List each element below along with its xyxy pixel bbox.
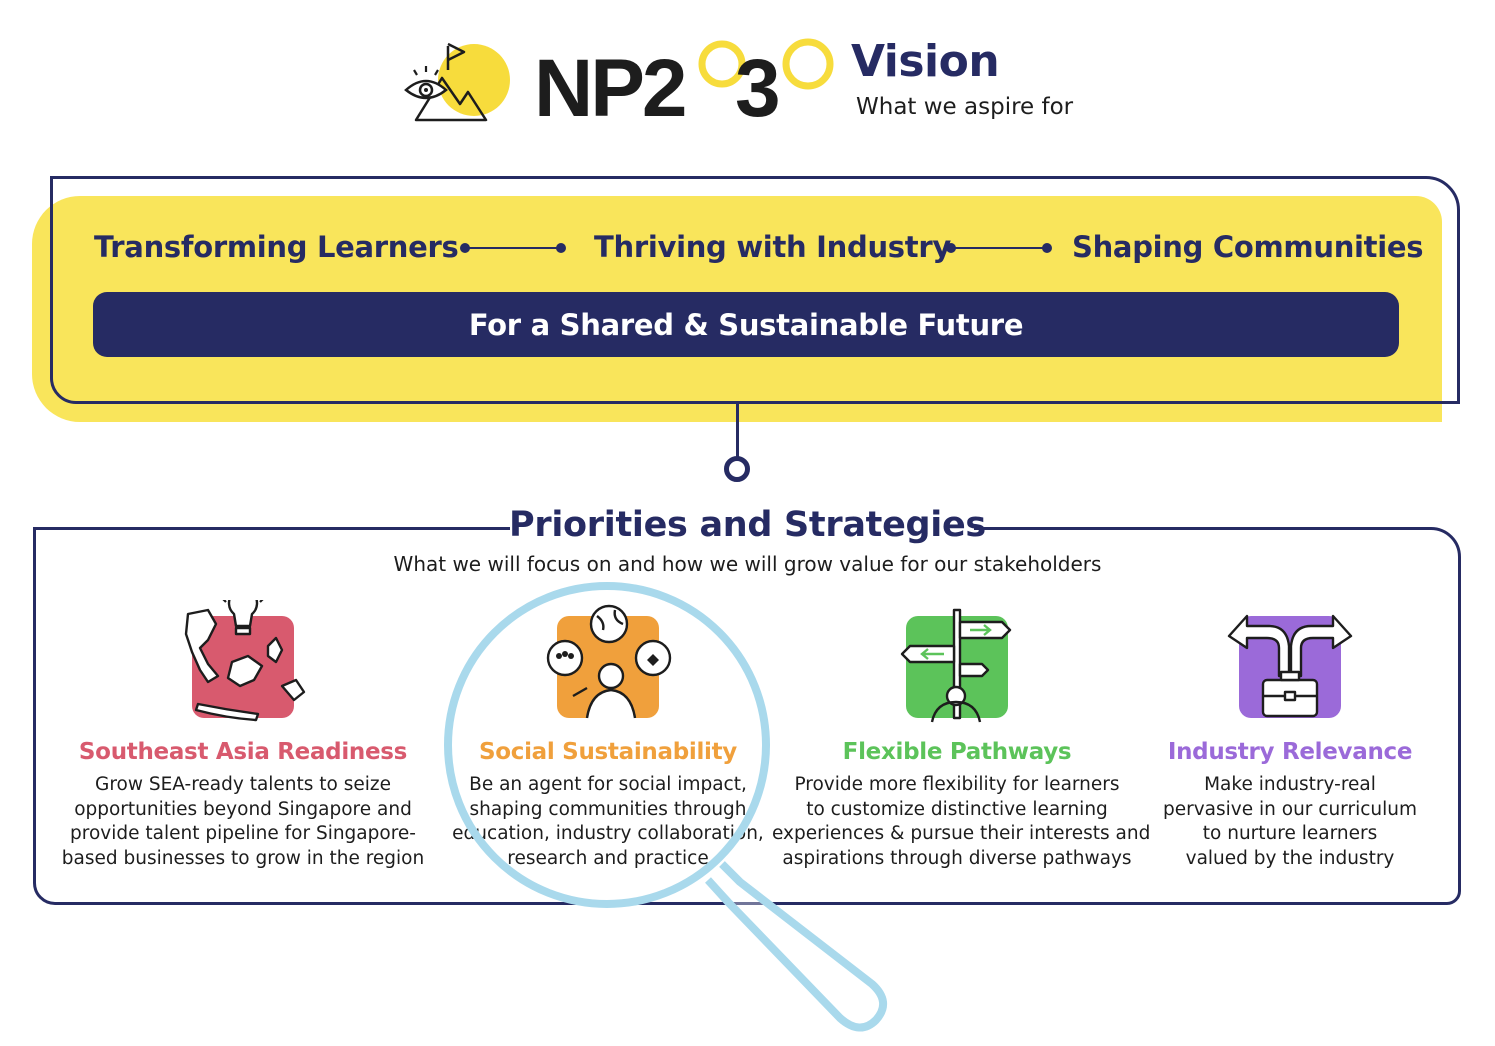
- np-logo-icon: [402, 38, 514, 126]
- connector-node: [724, 456, 750, 482]
- pillar-connector: [460, 243, 566, 253]
- tagline-text: For a Shared & Sustainable Future: [468, 307, 1024, 342]
- desc-line: shaping communities through: [469, 798, 747, 820]
- priority-label: Southeast Asia Readiness: [78, 739, 408, 765]
- desc-line: research and practice: [507, 847, 709, 869]
- priority-label: Industry Relevance: [1167, 739, 1413, 765]
- priority-description: Provide more flexibility for learners to…: [772, 773, 1151, 871]
- community-globe-person-icon: [543, 600, 673, 725]
- priority-description: Make industry-real pervasive in our curr…: [1105, 773, 1475, 871]
- priority-description: Grow SEA-ready talents to seize opportun…: [58, 773, 428, 871]
- priority-flexible-pathways: Flexible Pathways Provide more flexibili…: [772, 600, 1151, 871]
- priority-label: Social Sustainability: [478, 739, 738, 765]
- desc-line: pervasive in our curriculum: [1163, 798, 1417, 820]
- briefcase-split-arrows-icon: [1225, 600, 1355, 725]
- svg-text:NP2: NP2: [534, 43, 685, 130]
- desc-line: valued by the industry: [1185, 847, 1395, 869]
- connector-stem: [736, 402, 739, 462]
- desc-line: provide talent pipeline for Singapore-: [70, 823, 416, 844]
- priorities-subtitle: What we will focus on and how we will gr…: [393, 552, 1102, 576]
- vision-box-outline: [50, 176, 1460, 404]
- priority-industry-relevance: Industry Relevance Make industry-real pe…: [1105, 600, 1475, 871]
- desc-line: Be an agent for social impact,: [469, 774, 747, 795]
- pillar-shaping-communities: Shaping Communities: [1072, 230, 1424, 264]
- vision-subtitle: What we aspire for: [856, 94, 1074, 120]
- tagline-bar: For a Shared & Sustainable Future: [93, 292, 1399, 357]
- desc-line: aspirations through diverse pathways: [782, 847, 1132, 869]
- priorities-title: Priorities and Strategies: [509, 505, 986, 545]
- vision-title: Vision: [851, 36, 1000, 87]
- priority-description: Be an agent for social impact, shaping c…: [423, 773, 793, 871]
- desc-line: based businesses to grow in the region: [61, 847, 425, 869]
- desc-line: to customize distinctive learning: [806, 798, 1108, 820]
- desc-line: Make industry-real: [1204, 774, 1376, 795]
- desc-line: to nurture learners: [1202, 823, 1378, 844]
- southeast-asia-map-lightbulb-icon: [178, 600, 308, 725]
- desc-line: education, industry collaboration,: [452, 823, 764, 844]
- priority-label: Flexible Pathways: [842, 739, 1072, 765]
- priority-social-sustainability: Social Sustainability Be an agent for so…: [423, 600, 793, 871]
- desc-line: experiences & pursue their interests and: [772, 823, 1151, 844]
- desc-line: Grow SEA-ready talents to seize: [94, 774, 392, 795]
- desc-line: Provide more flexibility for learners: [794, 774, 1120, 795]
- np2030-logo-text: NP2 3: [532, 34, 844, 134]
- signpost-directions-icon: [892, 600, 1022, 725]
- desc-line: opportunities beyond Singapore and: [74, 798, 412, 820]
- svg-text:3: 3: [735, 43, 781, 130]
- pillar-thriving-with-industry: Thriving with Industry: [594, 230, 951, 264]
- priority-southeast-asia-readiness: Southeast Asia Readiness Grow SEA-ready …: [58, 600, 428, 871]
- pillar-transforming-learners: Transforming Learners: [94, 230, 459, 264]
- pillar-connector: [946, 243, 1052, 253]
